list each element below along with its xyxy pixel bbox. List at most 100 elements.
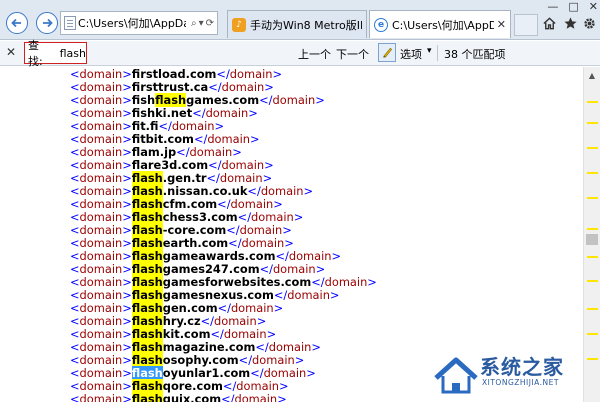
tag-bracket: > [306,366,316,380]
home-icon[interactable] [540,14,558,32]
tag-bracket: < [70,67,80,81]
tag-name: domain [79,106,123,120]
tag-bracket: < [70,327,80,341]
find-options-button[interactable]: 选项 [400,46,422,62]
chevron-down-icon[interactable]: ▾ [199,18,204,29]
scroll-up-icon[interactable]: ▲ [584,67,600,83]
tag-name: domain [205,106,249,120]
tag-name: domain [252,353,295,367]
find-previous-button[interactable]: 上一个 [298,46,331,62]
match-highlight: flash [131,236,163,250]
tag-bracket: < [70,197,80,211]
tag-name: domain [263,366,307,380]
site-favicon-icon: ♪ [232,17,246,32]
tag-bracket: </ [158,119,172,133]
tag-bracket: > [262,171,273,185]
search-icon[interactable]: ⌕ [191,18,197,29]
tag-bracket: </ [273,288,288,302]
match-highlight: flash [131,392,163,402]
match-highlight: flash [131,249,163,263]
chevron-down-icon[interactable]: ▾ [427,46,432,56]
find-bar: ✕ 查找: flash 上一个 下一个 选项 ▾ 38 个匹配项 [0,39,600,68]
tag-bracket: </ [193,132,208,146]
tag-name: domain [79,327,123,341]
find-next-button[interactable]: 下一个 [336,46,369,62]
tag-name: domain [79,249,123,263]
watermark: 系统之家 XITONGZHIJIA.NET [430,345,600,402]
tag-bracket: > [272,67,283,81]
gear-icon[interactable] [580,14,598,32]
tag-bracket: < [70,340,80,354]
refresh-icon[interactable]: ⟳ [206,18,214,29]
tag-bracket: > [282,223,292,237]
tag-bracket: </ [221,392,235,402]
tab-site[interactable]: ♪ 手动为Win8 Metro版IE10... [227,10,367,38]
tag-bracket: > [122,80,132,94]
highlight-matches-icon[interactable] [378,43,396,62]
tag-bracket: </ [217,197,231,211]
tag-bracket: </ [259,262,273,276]
arrow-right-icon [43,18,53,28]
tag-bracket: > [284,236,294,250]
tag-bracket: </ [228,236,242,250]
minimize-icon[interactable]: — [547,0,558,13]
tag-bracket: < [70,288,80,302]
new-tab-button[interactable] [514,14,538,36]
tag-bracket: < [70,119,80,133]
maximize-icon[interactable]: □ [568,0,578,13]
tag-bracket: </ [200,314,215,328]
domain-text: magazine.com [162,340,256,354]
close-window-icon[interactable]: ✕ [589,0,598,13]
scroll-thumb[interactable] [586,234,598,245]
find-close-icon[interactable]: ✕ [6,45,16,59]
find-input[interactable]: 查找: flash [24,39,87,68]
tag-name: domain [79,119,123,133]
match-count: 38 个匹配项 [444,48,506,61]
tag-bracket: < [70,353,80,367]
favorites-star-icon[interactable] [561,14,579,32]
tag-name: domain [287,288,330,302]
domain-text: fishki.net [131,106,193,120]
tag-name: domain [223,327,267,341]
match-highlight: flash [131,379,163,393]
forward-button[interactable] [36,12,58,34]
match-highlight: flash [131,353,163,367]
address-url[interactable]: C:\Users\何加\AppDa [78,15,186,31]
tag-bracket: < [70,301,80,315]
tag-bracket: < [70,171,80,185]
domain-text: oyunlar1.com [162,366,251,380]
tag-name: domain [79,184,123,198]
address-bar[interactable]: C:\Users\何加\AppDa ⌕ ▾ ⟳ [60,11,218,35]
tag-name: domain [79,366,123,380]
tag-name: domain [268,340,312,354]
tag-bracket: > [122,275,132,289]
tag-bracket: > [122,301,132,315]
tag-bracket: > [122,392,132,402]
tab-active[interactable]: e C:\Users\何加\AppDat... ✕ [369,10,511,38]
tag-bracket: > [264,80,274,94]
tag-bracket: </ [311,275,325,289]
tag-bracket: > [294,353,305,367]
tag-bracket: < [70,275,80,289]
domain-text: qore.com [162,379,223,393]
tag-bracket: </ [216,67,230,81]
tag-name: domain [79,353,123,367]
match-highlight: flash [131,171,163,185]
tag-name: domain [79,80,123,94]
tag-bracket: < [70,184,80,198]
domain-text: chess3.com [162,210,238,224]
tag-bracket: < [70,145,80,159]
domain-text: fitbit.com [131,132,194,146]
tag-name: domain [79,197,123,211]
back-button[interactable] [6,12,28,34]
tag-bracket: </ [222,379,237,393]
tab-close-icon[interactable]: ✕ [497,18,506,31]
tag-bracket: </ [206,171,220,185]
domain-text: -core.com [162,223,227,237]
match-highlight: flash [131,223,163,237]
tag-bracket: > [122,236,132,250]
tag-bracket: </ [210,327,224,341]
tag-bracket: </ [192,106,206,120]
find-query[interactable]: flash [60,47,86,60]
tag-bracket: > [122,379,132,393]
